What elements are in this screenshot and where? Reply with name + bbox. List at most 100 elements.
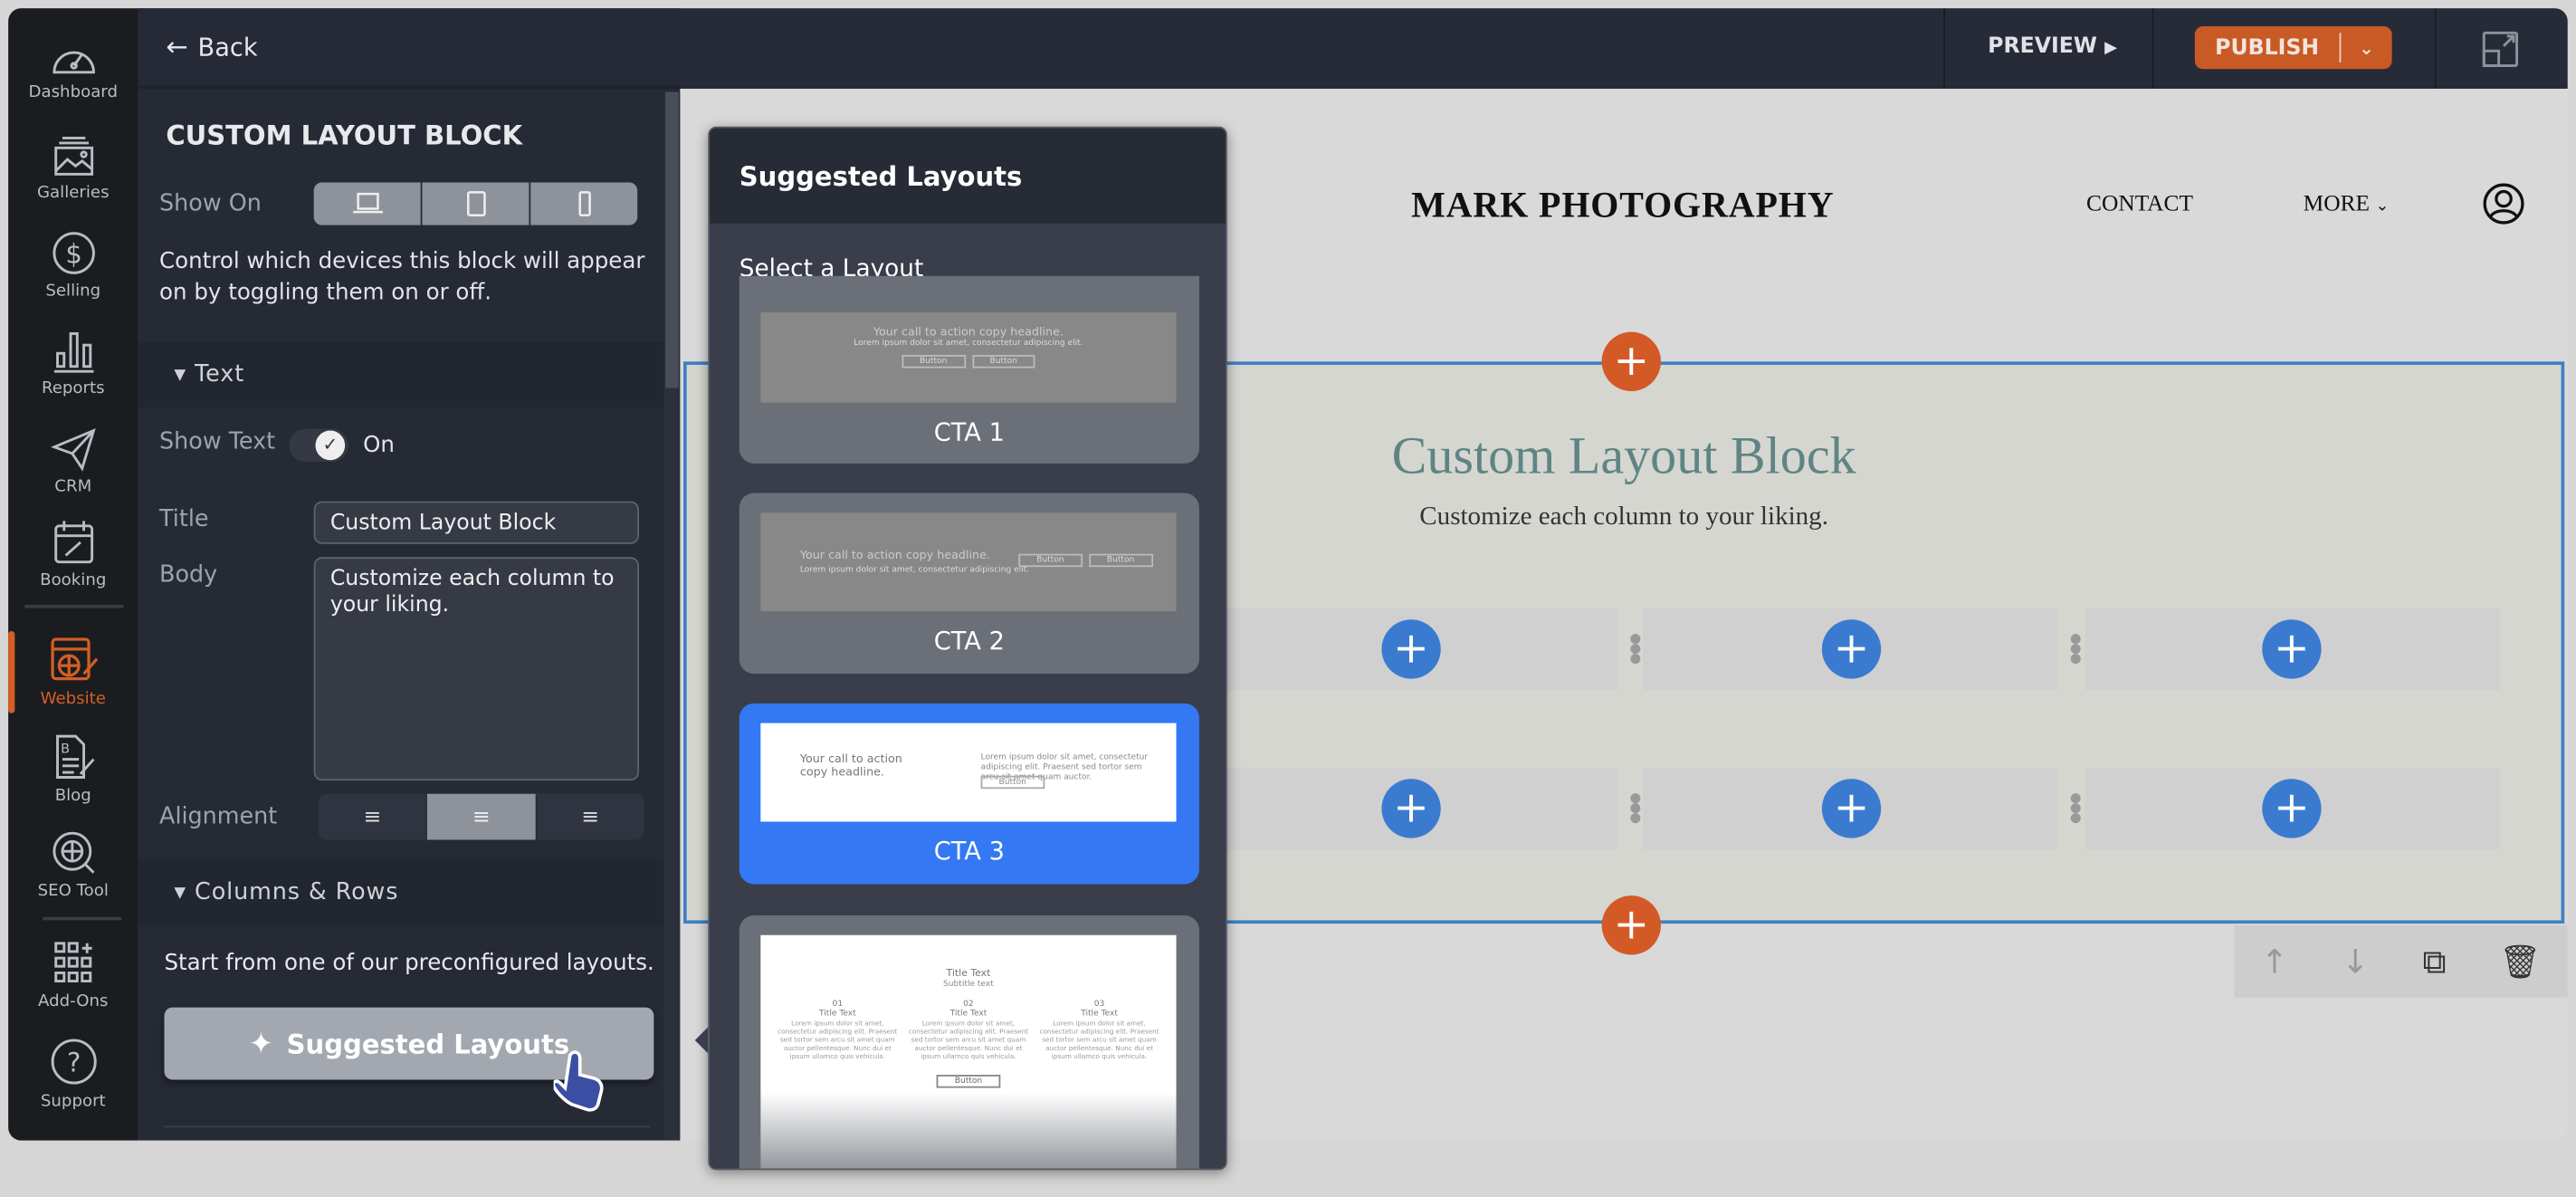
preview-label: PREVIEW [1988, 34, 2097, 60]
thumb-col-title: Title Text [1081, 1009, 1118, 1020]
site-nav-contact[interactable]: CONTACT [2086, 192, 2193, 218]
thumb-headline: Your call to action copy headline. [799, 752, 902, 780]
phone-icon [577, 191, 590, 217]
alignment-group: ≡ ≡ ≡ [319, 793, 644, 840]
layout-thumbnail: Title Text Subtitle text 01 Title Text Lor… [760, 934, 1177, 1169]
add-content-button[interactable]: + [2262, 779, 2322, 838]
panel-scrollbar[interactable] [663, 91, 681, 1141]
align-right-button[interactable]: ≡ [537, 794, 644, 840]
calendar-icon [53, 521, 93, 564]
align-left-icon: ≡ [363, 804, 382, 829]
add-content-button[interactable]: + [1821, 779, 1882, 838]
nav-add-ons[interactable]: Add-Ons [8, 940, 138, 1010]
dollar-circle-icon: $ [52, 232, 94, 274]
drag-handle-icon[interactable]: ● ● ● [2070, 791, 2082, 824]
columns-section-header[interactable]: ▾ Columns & Rows [138, 859, 664, 925]
show-text-toggle[interactable]: ✓ [289, 428, 348, 463]
paper-plane-icon [49, 428, 95, 472]
nav-selling[interactable]: $ Selling [8, 230, 138, 301]
layout-thumbnail: Your call to action copy headline. Lorem… [760, 723, 1177, 822]
block-title-heading: CUSTOM LAYOUT BLOCK [166, 120, 523, 151]
move-down-icon[interactable]: ↓ [2342, 942, 2369, 982]
thumb-col-num: 02 [963, 999, 974, 1010]
move-up-icon[interactable]: ↑ [2261, 942, 2288, 982]
align-left-button[interactable]: ≡ [319, 793, 428, 840]
title-input[interactable]: Custom Layout Block [313, 501, 640, 544]
body-textarea[interactable]: Customize each column to your liking. [313, 557, 640, 781]
nav-support[interactable]: ? Support [8, 1037, 138, 1111]
device-toggle-group [313, 182, 638, 225]
trash-icon[interactable]: 🗑 [2499, 942, 2541, 982]
add-content-button[interactable]: + [1821, 619, 1882, 679]
hand-pointer-cursor-icon [551, 1049, 613, 1115]
nav-label: CRM [54, 478, 92, 497]
thumb-sub: Lorem ipsum dolor sit amet, consectetur … [799, 565, 1030, 576]
thumb-headline: Your call to action copy headline. [799, 549, 990, 562]
settings-panel: ← Back CUSTOM LAYOUT BLOCK Show On Contr… [138, 8, 681, 1141]
preview-button[interactable]: PREVIEW ▶ [1988, 34, 2117, 59]
layout-card-cta-2[interactable]: Your call to action copy headline. Lorem… [739, 493, 1199, 675]
duplicate-icon[interactable]: ⧉ [2422, 942, 2446, 982]
thumb-button: Button [980, 775, 1045, 790]
nav-label: SEO Tool [37, 882, 109, 901]
grid-plus-icon [53, 942, 91, 983]
thumb-button: Button [1018, 553, 1083, 568]
show-text-state: On [363, 432, 395, 459]
mobile-toggle[interactable] [530, 182, 637, 225]
text-section-header[interactable]: ▾ Text [138, 341, 664, 408]
thumb-col-title: Title Text [819, 1009, 856, 1020]
nav-label: Selling [45, 282, 101, 302]
layout-card-label: CTA 1 [933, 417, 1005, 447]
align-center-button[interactable]: ≡ [427, 793, 537, 840]
nav-blog[interactable]: B Blog [8, 734, 138, 805]
nav-website[interactable]: Website [8, 630, 138, 713]
layout-thumbnail: Your call to action copy headline. Lorem… [760, 311, 1177, 403]
tablet-toggle[interactable] [422, 182, 531, 225]
publish-button[interactable]: PUBLISH ⌄ [2194, 26, 2392, 70]
site-brand[interactable]: MARK PHOTOGRAPHY [1411, 184, 1834, 226]
nav-crm[interactable]: CRM [8, 426, 138, 496]
thumb-title: Title Text [946, 968, 991, 980]
suggested-layouts-label: Suggested Layouts [286, 1028, 570, 1059]
nav-dashboard[interactable]: Dashboard [8, 38, 138, 102]
chevron-down-icon[interactable]: ⌄ [2341, 37, 2391, 59]
site-nav-more[interactable]: MORE ⌄ [2304, 192, 2390, 218]
show-on-help: Control which devices this block will ap… [159, 248, 645, 306]
chevron-down-icon: ⌄ [2375, 196, 2390, 215]
back-button[interactable]: ← Back [166, 31, 257, 62]
text-section-label: Text [195, 361, 245, 388]
nav-label: Reports [41, 379, 105, 398]
thumb-col-body: Lorem ipsum dolor sit amet, consectetur … [908, 1019, 1029, 1060]
nav-seo-tool[interactable]: SEO Tool [8, 830, 138, 901]
thumb-button: Button [936, 1075, 1001, 1088]
add-block-above-button[interactable]: + [1601, 331, 1661, 391]
layout-card-columns[interactable]: Title Text Subtitle text 01 Title Text Lor… [739, 915, 1199, 1169]
add-content-button[interactable]: + [1381, 779, 1441, 838]
add-block-below-button[interactable]: + [1601, 895, 1661, 955]
layout-thumbnail: Your call to action copy headline. Lorem… [760, 512, 1177, 612]
alignment-label: Alignment [159, 803, 278, 830]
expand-icon[interactable] [2481, 30, 2521, 76]
layout-card-cta-1[interactable]: Your call to action copy headline. Lorem… [739, 275, 1199, 464]
drag-handle-icon[interactable]: ● ● ● [2070, 632, 2082, 665]
nav-booking[interactable]: Booking [8, 520, 138, 590]
nav-reports[interactable]: Reports [8, 327, 138, 397]
add-content-button[interactable]: + [2262, 619, 2322, 679]
user-account-icon[interactable] [2482, 182, 2524, 231]
add-content-button[interactable]: + [1381, 619, 1441, 679]
app-window: Dashboard Galleries $ Selling Reports CR… [8, 8, 2568, 1141]
image-stack-icon [53, 137, 93, 176]
desktop-toggle[interactable] [314, 182, 423, 225]
thumb-button: Button [901, 355, 966, 369]
drag-handle-icon[interactable]: ● ● ● [1629, 632, 1641, 665]
question-circle-icon: ? [50, 1039, 96, 1085]
thumb-button: Button [971, 355, 1035, 369]
nav-galleries[interactable]: Galleries [8, 135, 138, 202]
sparkle-icon: ✦ [248, 1026, 274, 1061]
bar-chart-icon [52, 331, 93, 373]
layout-card-cta-3[interactable]: Your call to action copy headline. Lorem… [739, 703, 1199, 885]
play-icon: ▶ [2104, 39, 2118, 58]
drag-handle-icon[interactable]: ● ● ● [1629, 791, 1641, 824]
globe-search-icon [52, 831, 94, 874]
thumb-headline: Your call to action copy headline. [873, 325, 1064, 339]
